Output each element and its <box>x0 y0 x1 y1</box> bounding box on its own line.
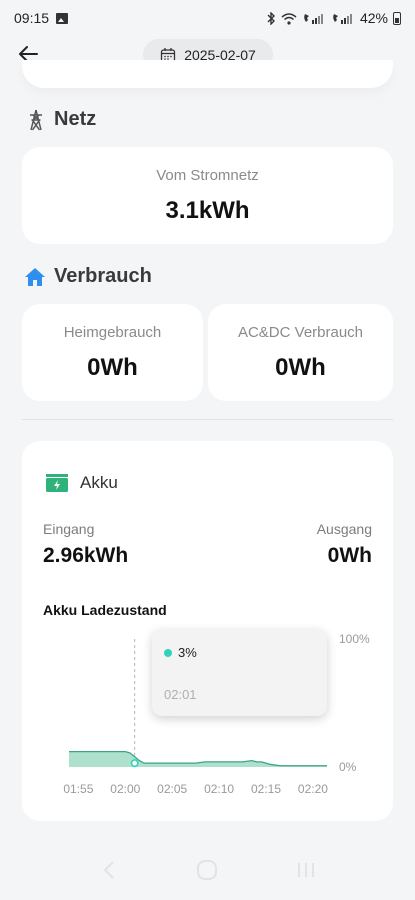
netz-section-title: Netz <box>26 108 96 131</box>
battery-charging-icon <box>46 474 68 492</box>
home-icon <box>25 267 45 286</box>
volte-icon <box>304 13 323 24</box>
grid-value: 3.1kWh <box>165 197 250 224</box>
section-divider <box>22 419 393 420</box>
input-value: 2.96kWh <box>43 544 129 567</box>
output-value: 0Wh <box>327 544 372 567</box>
x-tick-label: 01:55 <box>63 782 93 796</box>
soc-area <box>69 751 327 767</box>
nav-recents-button[interactable] <box>286 850 326 890</box>
tooltip-value: 3% <box>178 645 197 660</box>
system-nav-bar <box>0 840 415 900</box>
status-bar: 09:15 42% <box>0 0 415 36</box>
verbrauch-section-title: Verbrauch <box>24 265 152 288</box>
battery-icon <box>393 11 401 25</box>
series-marker-dot <box>164 649 172 657</box>
chevron-left-icon <box>103 861 114 879</box>
status-right: 42% <box>266 10 401 26</box>
status-time: 09:15 <box>14 10 50 26</box>
signal-icon <box>333 13 352 24</box>
x-tick-label: 02:00 <box>110 782 140 796</box>
x-tick-label: 02:15 <box>251 782 281 796</box>
wifi-icon <box>281 12 297 25</box>
recents-icon <box>297 863 314 877</box>
home-circle-icon <box>197 860 218 880</box>
x-tick-label: 02:20 <box>298 782 328 796</box>
acdc-consumption-label: AC&DC Verbrauch <box>237 324 364 341</box>
verbrauch-title: Verbrauch <box>54 265 152 287</box>
battery-percent: 42% <box>359 10 388 26</box>
grid-card: Vom Stromnetz 3.1kWh <box>22 147 393 244</box>
akku-section-title: Akku <box>46 473 118 493</box>
chart-title: Akku Ladezustand <box>43 602 167 618</box>
akku-card: Akku Eingang 2.96kWh Ausgang 0Wh Akku La… <box>22 441 393 821</box>
acdc-consumption-card: AC&DC Verbrauch 0Wh <box>208 304 393 401</box>
previous-card-edge <box>22 60 393 88</box>
home-consumption-card: Heimgebrauch 0Wh <box>22 304 203 401</box>
grid-label: Vom Stromnetz <box>156 167 259 184</box>
home-consumption-label: Heimgebrauch <box>63 324 162 341</box>
nav-back-button[interactable] <box>89 850 129 890</box>
acdc-consumption-value: 0Wh <box>275 354 326 381</box>
tooltip-time: 02:01 <box>164 687 197 702</box>
output-label: Ausgang <box>316 521 372 537</box>
x-tick-label: 02:10 <box>204 782 234 796</box>
input-label: Eingang <box>43 521 95 537</box>
nav-home-button[interactable] <box>187 850 227 890</box>
akku-title: Akku <box>80 473 118 492</box>
y-tick-label: 0% <box>339 760 357 774</box>
status-left: 09:15 <box>14 10 69 26</box>
y-tick-label: 100% <box>339 632 370 646</box>
power-tower-icon <box>30 109 42 130</box>
x-tick-label: 02:05 <box>157 782 187 796</box>
gallery-icon <box>56 12 69 24</box>
cursor-point <box>130 759 139 768</box>
netz-title: Netz <box>54 108 97 130</box>
chart-tooltip: 3% 02:01 <box>152 629 327 716</box>
home-consumption-value: 0Wh <box>87 354 138 381</box>
bluetooth-icon <box>267 11 275 25</box>
